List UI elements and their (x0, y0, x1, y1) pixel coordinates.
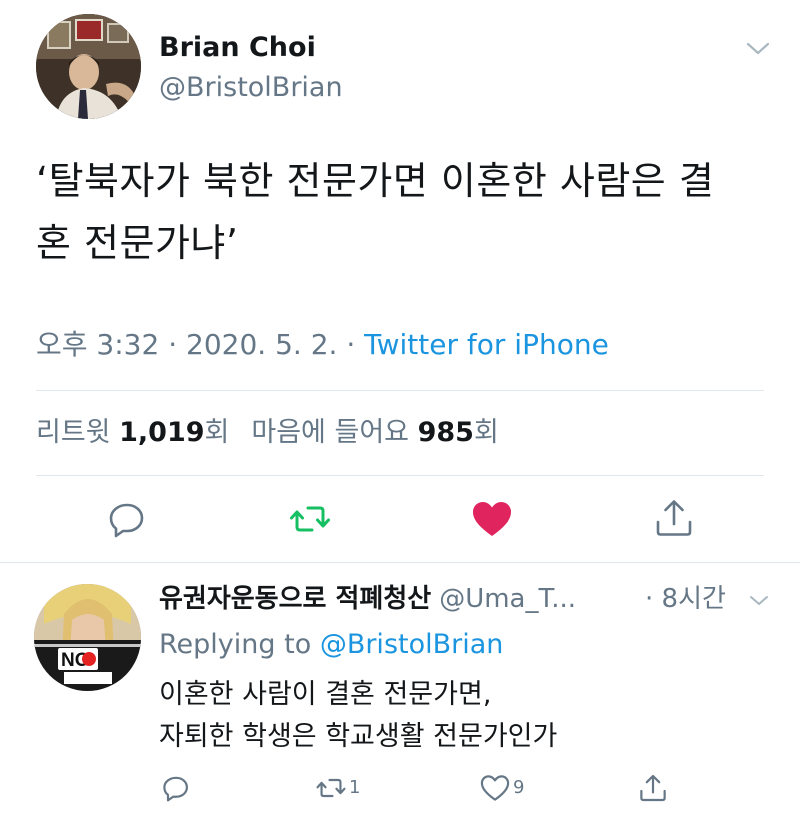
tweet-text-line: 혼 전문가냐’ (36, 221, 239, 265)
reply-button[interactable] (105, 497, 149, 541)
chevron-down-icon[interactable] (748, 592, 770, 610)
likes-label: 마음에 들어요 (251, 417, 409, 448)
reply-time[interactable]: · 8시간 (645, 580, 726, 618)
reply-text-line: 이혼한 사람이 결혼 전문가면, (159, 679, 492, 710)
replying-to: Replying to @BristolBrian (159, 626, 503, 664)
author-handle[interactable]: @BristolBrian (159, 70, 343, 106)
reply-share-button[interactable] (637, 770, 669, 806)
tweet-text: ‘탈북자가 북한 전문가면 이혼한 사람은 결 혼 전문가냐’ (36, 150, 776, 274)
retweets-label: 리트윗 (36, 417, 111, 448)
reply-retweet-count: 1 (349, 777, 361, 798)
meta-separator: · (168, 328, 178, 361)
tweet-date[interactable]: 2020. 5. 2. (186, 328, 337, 361)
divider (36, 475, 764, 476)
likes-count: 985 (417, 417, 474, 448)
reply-text: 이혼한 사람이 결혼 전문가면, 자퇴한 학생은 학교생활 전문가인가 (159, 674, 557, 758)
retweets-stat[interactable]: 리트윗 1,019회 (36, 417, 229, 448)
retweets-count: 1,019 (119, 417, 205, 448)
share-icon (640, 774, 666, 802)
share-button[interactable] (652, 496, 696, 540)
reply-like-button[interactable]: 9 (479, 770, 524, 806)
divider (36, 390, 764, 391)
retweet-icon (290, 506, 330, 532)
reply-like-count: 9 (513, 777, 525, 798)
share-icon (656, 500, 692, 536)
tweet-stats: 리트윗 1,019회 마음에 들어요 985회 (36, 415, 499, 451)
main-tweet: Brian Choi @BristolBrian ‘탈북자가 북한 전문가면 이… (0, 0, 800, 562)
likes-stat[interactable]: 마음에 들어요 985회 (251, 417, 498, 448)
replying-prefix: Replying to (159, 629, 312, 660)
reply-reply-button[interactable] (160, 770, 192, 806)
reply-author-name[interactable]: 유권자운동으로 적폐청산 (159, 584, 431, 614)
reply-bubble-icon (163, 776, 188, 802)
reply-bubble-icon (109, 503, 144, 538)
reply-text-line: 자퇴한 학생은 학교생활 전문가인가 (159, 721, 558, 752)
tweet-text-line: ‘탈북자가 북한 전문가면 이혼한 사람은 결 (36, 159, 715, 203)
author-name[interactable]: Brian Choi (159, 30, 316, 66)
tweet-meta: 오후 3:32 · 2020. 5. 2. · Twitter for iPho… (36, 325, 609, 365)
likes-unit: 회 (473, 417, 499, 448)
like-button[interactable] (470, 497, 514, 541)
heart-icon (473, 502, 511, 536)
replying-mention[interactable]: @BristolBrian (320, 629, 504, 660)
reply-avatar[interactable]: NO (34, 584, 141, 691)
tweet-time[interactable]: 오후 3:32 (36, 328, 159, 361)
author-avatar[interactable] (36, 14, 141, 119)
tweet-separator (0, 562, 800, 563)
reply-retweet-button[interactable]: 1 (315, 770, 360, 806)
heart-icon (480, 775, 510, 801)
tweet-source[interactable]: Twitter for iPhone (364, 328, 609, 361)
retweet-button[interactable] (288, 497, 332, 541)
retweets-unit: 회 (204, 417, 230, 448)
chevron-down-icon[interactable] (744, 36, 772, 60)
meta-separator: · (346, 328, 356, 361)
retweet-icon (316, 778, 346, 798)
reply-author-handle[interactable]: @Uma_T... (439, 584, 576, 614)
